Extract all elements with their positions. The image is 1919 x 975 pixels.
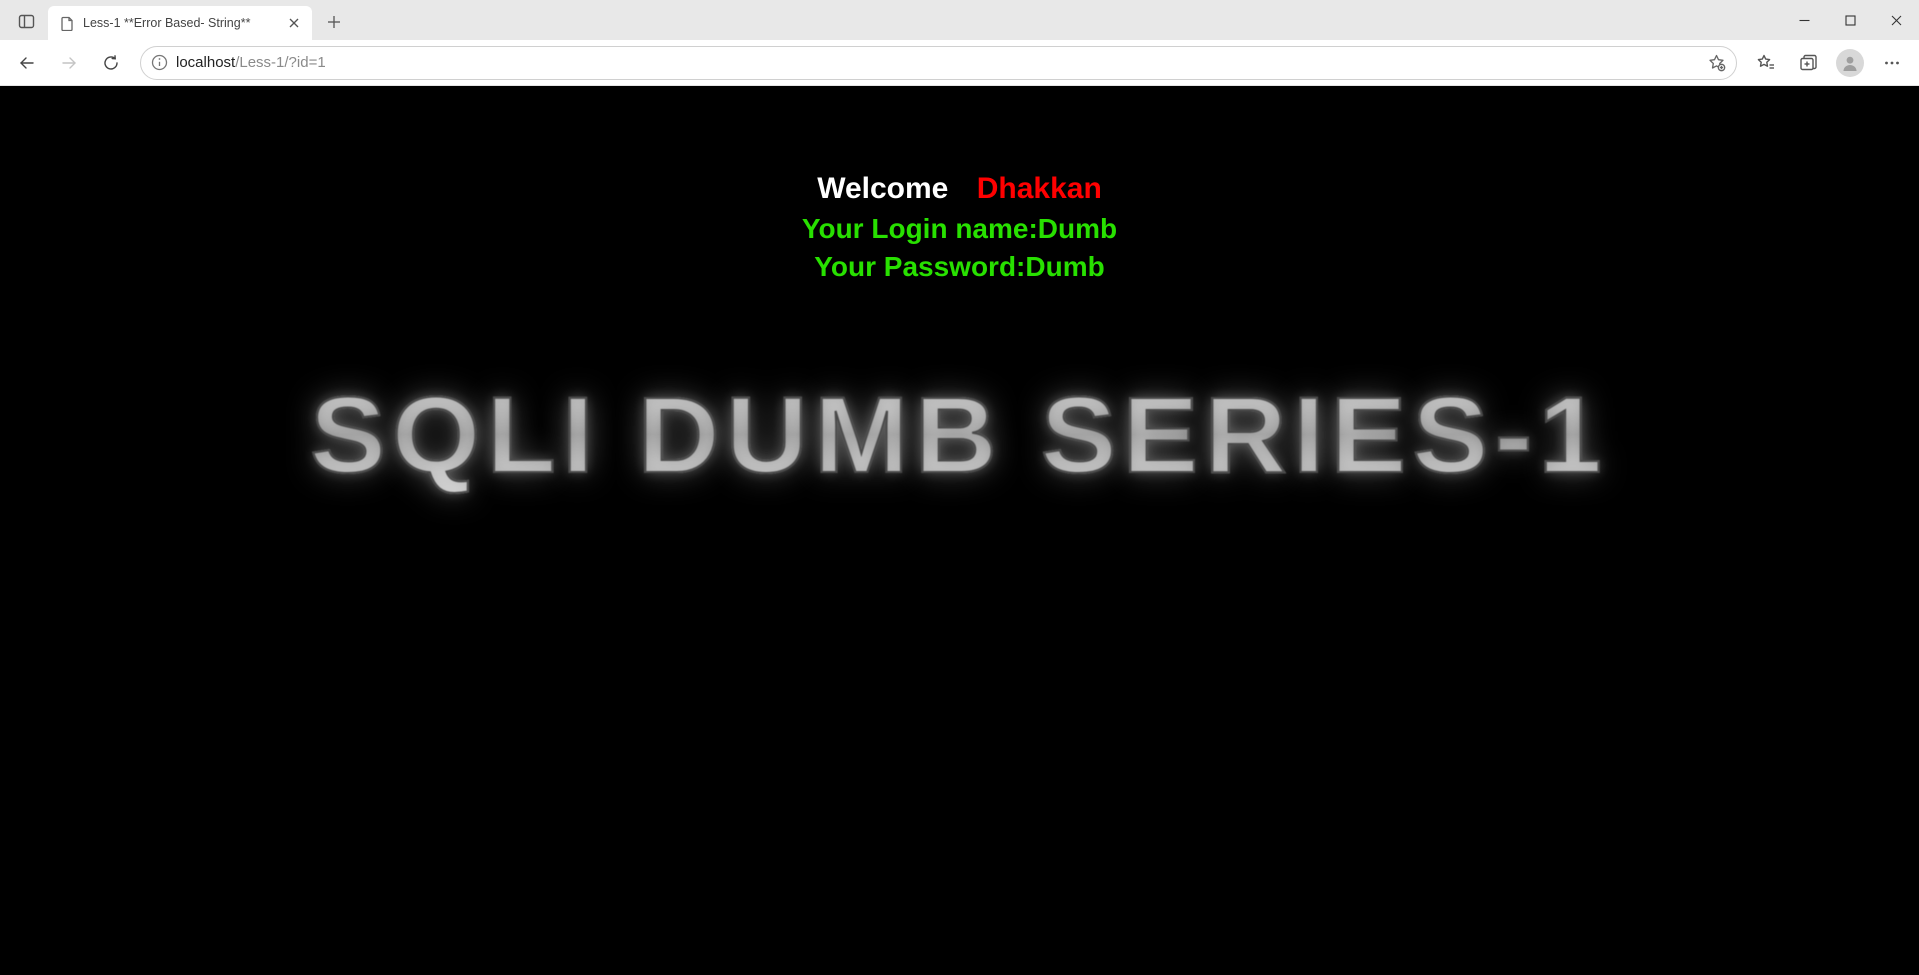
nav-forward-button[interactable] [50,45,88,81]
login-name-line: Your Login name:Dumb [0,210,1919,248]
window-maximize-button[interactable] [1827,0,1873,40]
star-plus-icon [1707,53,1726,72]
window-controls [1781,0,1919,40]
url-host: localhost [176,54,235,71]
arrow-right-icon [59,53,79,73]
close-icon [289,18,299,28]
address-bar[interactable]: localhost/Less-1/?id=1 [140,46,1737,80]
site-info-button[interactable] [151,54,168,71]
welcome-label: Welcome [817,172,948,205]
favorites-button[interactable] [1747,45,1785,81]
hero-title: SQLI DUMB SERIES-1 [311,372,1609,497]
star-list-icon [1756,53,1776,73]
minimize-icon [1799,15,1810,26]
url-path: /Less-1/?id=1 [235,54,325,71]
browser-tab-active[interactable]: Less-1 **Error Based- String** [48,6,312,40]
password-line: Your Password:Dumb [0,248,1919,286]
window-minimize-button[interactable] [1781,0,1827,40]
plus-icon [327,15,341,29]
info-icon [151,54,168,71]
add-favorite-button[interactable] [1707,53,1726,72]
browser-toolbar: localhost/Less-1/?id=1 [0,40,1919,86]
url-text: localhost/Less-1/?id=1 [176,54,326,71]
collections-icon [1798,53,1818,73]
hero-title-wrap: SQLI DUMB SERIES-1 [0,372,1919,497]
maximize-icon [1845,15,1856,26]
panel-icon [18,13,35,30]
more-icon [1883,54,1901,72]
profile-button[interactable] [1836,49,1864,77]
new-tab-button[interactable] [318,6,350,38]
tab-close-button[interactable] [286,15,302,31]
nav-back-button[interactable] [8,45,46,81]
welcome-name: Dhakkan [977,172,1102,205]
browser-tab-strip: Less-1 **Error Based- String** [0,0,1919,40]
user-icon [1841,54,1859,72]
welcome-heading: Welcome Dhakkan [0,172,1919,206]
nav-refresh-button[interactable] [92,45,130,81]
page-viewport: Welcome Dhakkan Your Login name:Dumb You… [0,86,1919,975]
close-icon [1891,15,1902,26]
refresh-icon [102,54,120,72]
tab-actions-button[interactable] [8,4,44,38]
collections-button[interactable] [1789,45,1827,81]
menu-button[interactable] [1873,45,1911,81]
window-close-button[interactable] [1873,0,1919,40]
tab-title: Less-1 **Error Based- String** [83,16,278,30]
page-icon [60,16,75,31]
arrow-left-icon [17,53,37,73]
